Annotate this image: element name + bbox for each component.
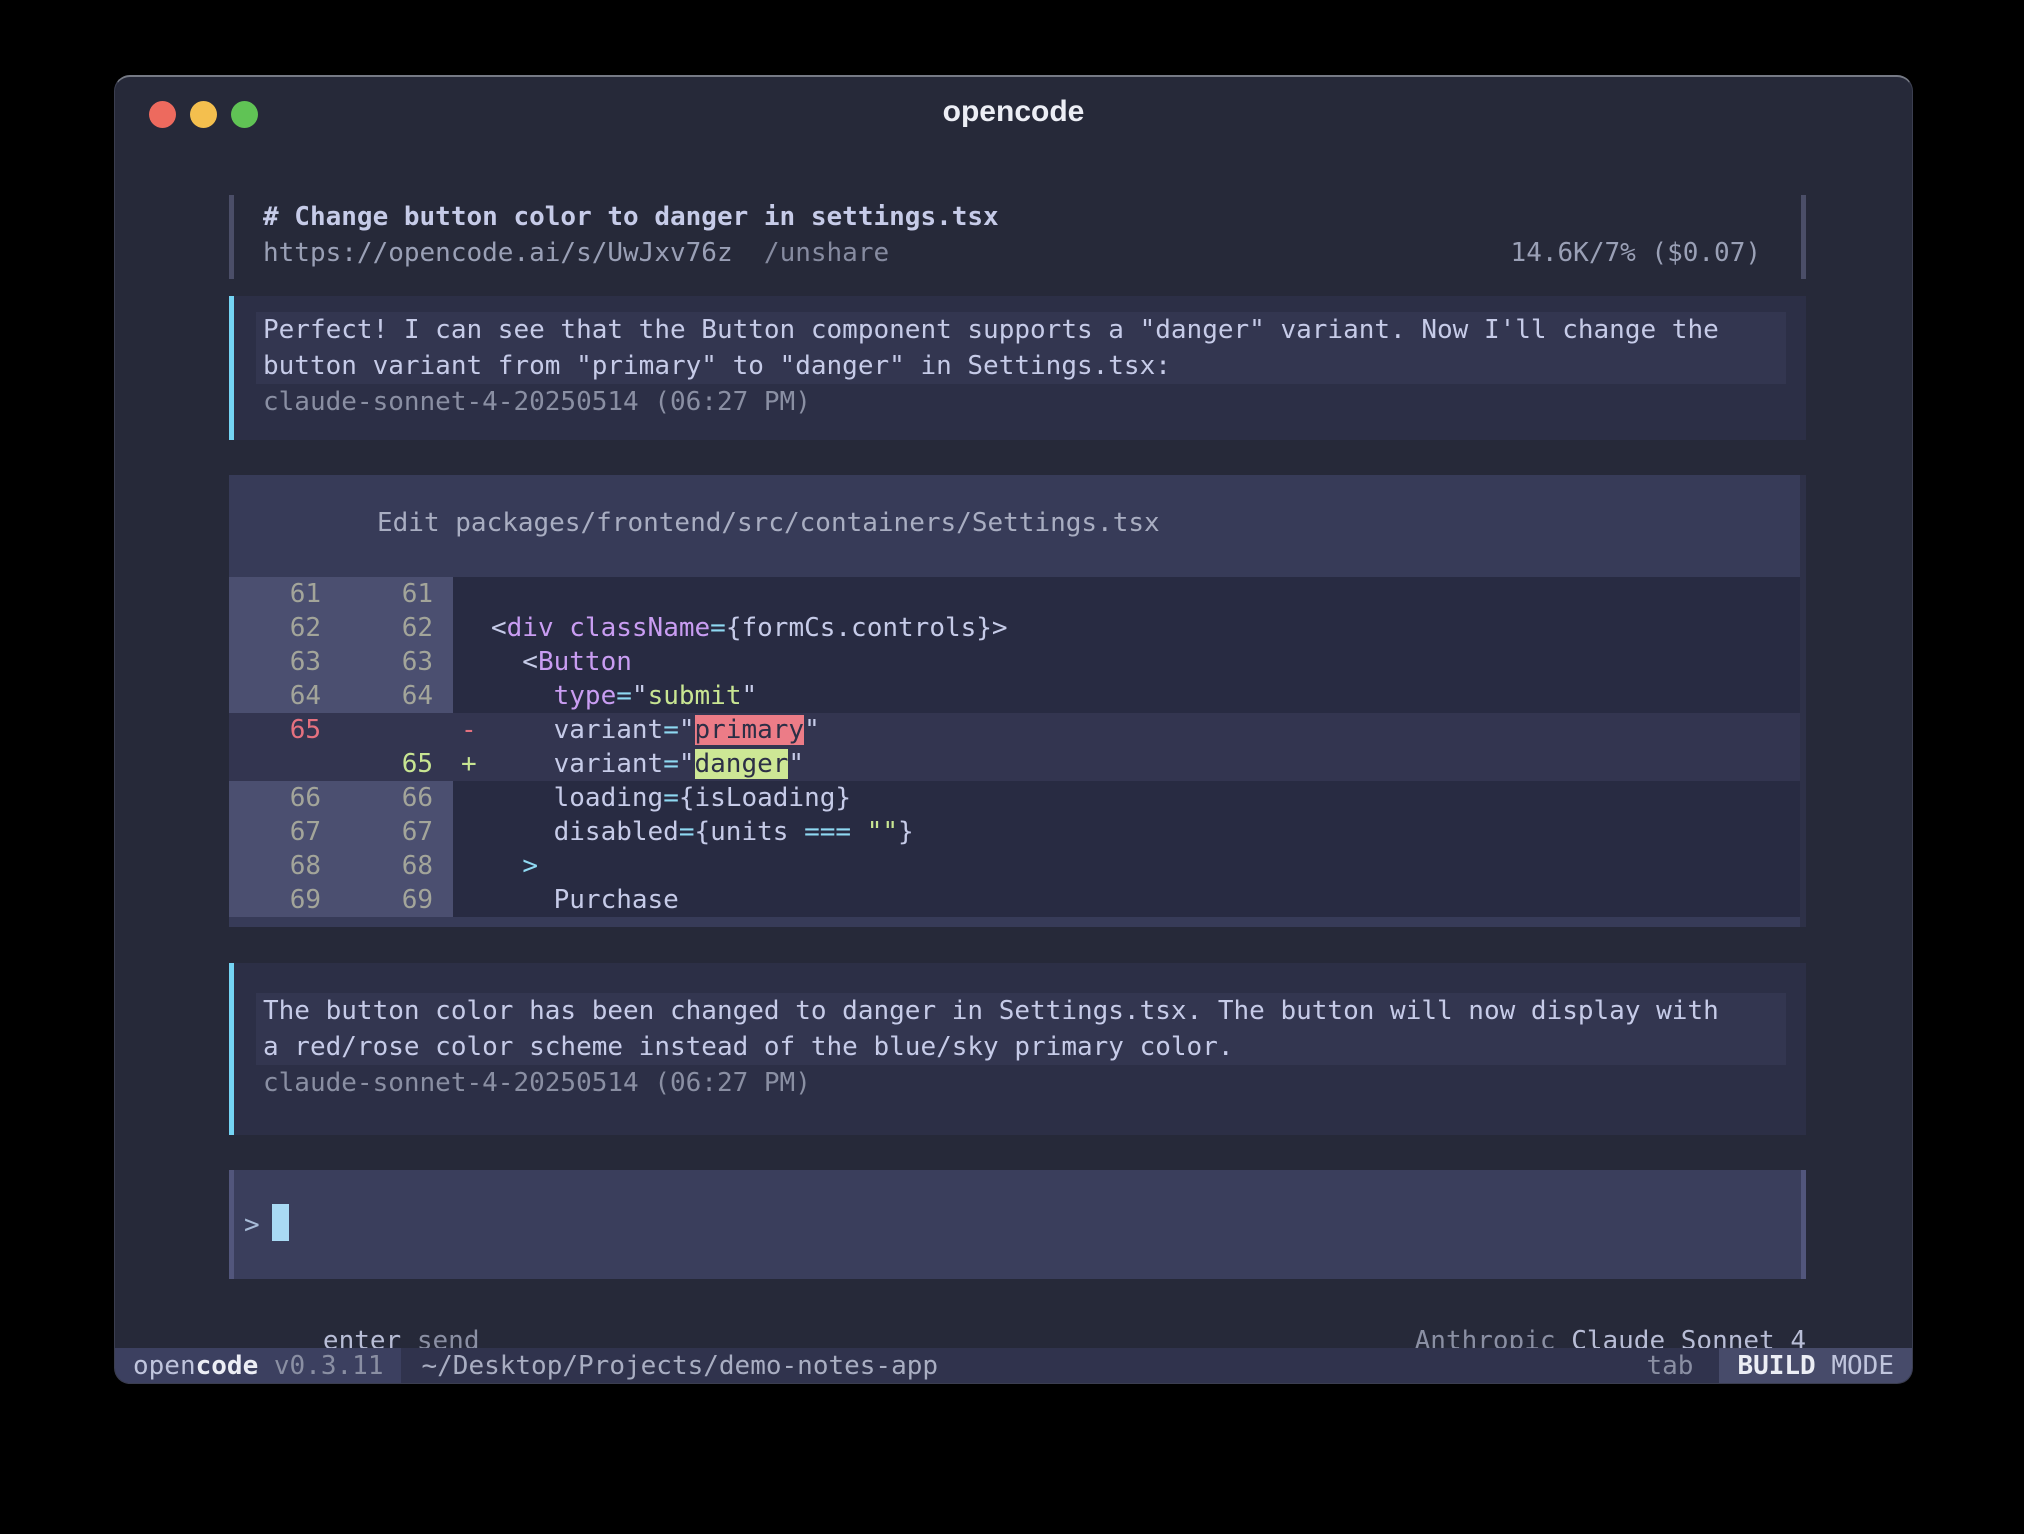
code-line: > [491, 849, 1800, 883]
working-directory: ~/Desktop/Projects/demo-notes-app [421, 1351, 938, 1381]
diff-row: 6767 disabled={units === ""} [229, 815, 1800, 849]
app-window: opencode # Change button color to danger… [114, 75, 1913, 1384]
unshare-command[interactable]: /unshare [733, 235, 890, 271]
code-line: variant="danger" [491, 747, 1800, 781]
app-version-segment: opencode v0.3.11 [115, 1348, 401, 1383]
session-header: # Change button color to danger in setti… [229, 195, 1806, 279]
diff-row: 6161 [229, 577, 1800, 611]
line-number-gutter: 6767 [229, 815, 453, 849]
code-line [491, 577, 1800, 611]
code-line: <div className={formCs.controls}> [491, 611, 1800, 645]
diff-marker [453, 577, 491, 611]
tab-key-hint[interactable]: tab [1646, 1351, 1693, 1381]
assistant-message: The button color has been changed to dan… [229, 963, 1806, 1135]
window-title: opencode [115, 95, 1912, 129]
diff-marker [453, 679, 491, 713]
diff-marker: - [453, 713, 491, 747]
message-line: a red/rose color scheme instead of the b… [256, 1029, 1786, 1065]
diff-marker [453, 883, 491, 917]
assistant-message: Perfect! I can see that the Button compo… [229, 296, 1806, 440]
token-usage: 14.6K/7% ($0.07) [1511, 235, 1761, 271]
line-number-gutter: 6464 [229, 679, 453, 713]
hint-row: enter send Anthropic Claude Sonnet 4 [229, 1287, 1806, 1323]
app-name: open [133, 1351, 196, 1381]
line-number-gutter: 6262 [229, 611, 453, 645]
code-line: Purchase [491, 883, 1800, 917]
code-line: loading={isLoading} [491, 781, 1800, 815]
diff-row: 65+ variant="danger" [229, 747, 1800, 781]
line-number-gutter: 6969 [229, 883, 453, 917]
prompt-input[interactable]: > [229, 1170, 1806, 1279]
diff-marker [453, 815, 491, 849]
diff-row: 6969 Purchase [229, 883, 1800, 917]
line-number-gutter: 6666 [229, 781, 453, 815]
prompt-symbol: > [244, 1210, 260, 1240]
diff-marker [453, 645, 491, 679]
line-number-gutter: 6868 [229, 849, 453, 883]
diff-row: 6464 type="submit" [229, 679, 1800, 713]
session-title: # Change button color to danger in setti… [263, 199, 1761, 235]
message-paragraphs: Perfect! I can see that the Button compo… [234, 312, 1806, 384]
diff-table: 61616262 <div className={formCs.controls}… [229, 577, 1800, 917]
message-line: button variant from "primary" to "danger… [256, 348, 1786, 384]
message-line: The button color has been changed to dan… [256, 993, 1786, 1029]
diff-marker [453, 849, 491, 883]
code-line: type="submit" [491, 679, 1800, 713]
code-line: variant="primary" [491, 713, 1800, 747]
code-line: <Button [491, 645, 1800, 679]
message-paragraphs: The button color has been changed to dan… [234, 993, 1806, 1065]
code-line: disabled={units === ""} [491, 815, 1800, 849]
line-number-gutter: 6161 [229, 577, 453, 611]
title-bar: opencode [115, 77, 1912, 139]
diff-row: 6262 <div className={formCs.controls}> [229, 611, 1800, 645]
line-number-gutter: 65 [229, 713, 453, 747]
model-timestamp: claude-sonnet-4-20250514 (06:27 PM) [263, 384, 1806, 420]
diff-file-header: Edit packages/frontend/src/containers/Se… [377, 505, 1800, 541]
model-timestamp: claude-sonnet-4-20250514 (06:27 PM) [263, 1065, 1806, 1101]
status-bar: opencode v0.3.11 ~/Desktop/Projects/demo… [115, 1348, 1912, 1383]
app-version: v0.3.11 [258, 1351, 383, 1381]
diff-marker: + [453, 747, 491, 781]
text-cursor [272, 1204, 289, 1241]
message-line: Perfect! I can see that the Button compo… [256, 312, 1786, 348]
share-url[interactable]: https://opencode.ai/s/UwJxv76z [263, 235, 733, 271]
mode-badge[interactable]: BUILD MODE [1719, 1348, 1912, 1383]
diff-row: 6666 loading={isLoading} [229, 781, 1800, 815]
diff-marker [453, 611, 491, 645]
diff-row: 65- variant="primary" [229, 713, 1800, 747]
line-number-gutter: 6363 [229, 645, 453, 679]
diff-marker [453, 781, 491, 815]
diff-row: 6363 <Button [229, 645, 1800, 679]
diff-card: Edit packages/frontend/src/containers/Se… [229, 475, 1806, 927]
diff-row: 6868 > [229, 849, 1800, 883]
line-number-gutter: 65 [229, 747, 453, 781]
